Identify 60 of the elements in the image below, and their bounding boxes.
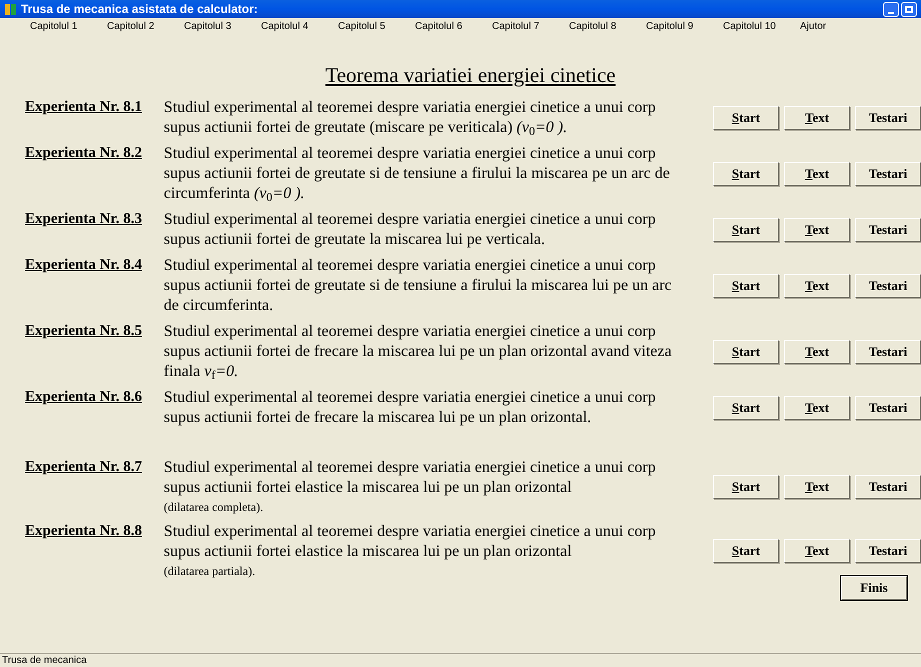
menu-item[interactable]: Capitolul 4 [261, 18, 338, 34]
experiment-label: Experienta Nr. 8.7 [25, 458, 143, 476]
menu-item[interactable]: Capitolul 9 [646, 18, 723, 34]
experiment-description: Studiul experimental al teoremei despre variatia energiei cinetice a unui corp supus actiunii fortei de frecare la miscarea lui pe un plan orizontal. [164, 388, 657, 428]
action-button[interactable]: Start [713, 474, 779, 498]
menu-item[interactable]: Capitolul 2 [107, 18, 184, 34]
action-button[interactable]: Text [784, 538, 850, 562]
action-button[interactable]: Text [784, 274, 850, 298]
experiment-label: Experienta Nr. 8.8 [25, 522, 143, 540]
action-button[interactable]: Start [713, 162, 779, 186]
action-button[interactable]: Testari [855, 274, 921, 298]
status-bar: Trusa de mecanica [0, 653, 921, 667]
menu-item[interactable]: Capitolul 10 [723, 18, 800, 34]
experiment-description: Studiul experimental al teoremei despre variatia energiei cinetice a unui corp supus actiunii fortei de greutate si de tensiune a firului la miscarea lui pe un arc de circumferinta. [164, 256, 673, 316]
action-button[interactable]: Start [713, 218, 779, 242]
action-button[interactable]: Start [713, 106, 779, 130]
experiment-label: Experienta Nr. 8.1 [25, 98, 143, 116]
action-button[interactable]: Text [784, 106, 850, 130]
experiment-label: Experienta Nr. 8.6 [25, 388, 143, 406]
menu-item[interactable]: Capitolul 3 [184, 18, 261, 34]
menu-item[interactable]: Capitolul 6 [415, 18, 492, 34]
page-heading: Teorema variatiei energiei cinetice [325, 62, 616, 89]
finish-button[interactable]: Finis [841, 576, 907, 600]
menu-item[interactable]: Capitolul 5 [338, 18, 415, 34]
action-button[interactable]: Testari [855, 106, 921, 130]
action-button[interactable]: Text [784, 162, 850, 186]
action-button[interactable]: Testari [855, 162, 921, 186]
experiment-description: Studiul experimental al teoremei despre variatia energiei cinetice a unui corp supus actiunii fortei de frecare la miscarea lui pe un plan orizontal avand viteza finala v$_{f}$=0. [164, 322, 673, 382]
window-title: Trusa de mecanica asistata de calculator: [21, 1, 258, 18]
app-icon [4, 2, 17, 16]
action-button[interactable]: Testari [855, 474, 921, 498]
menu-item[interactable]: Capitolul 8 [569, 18, 646, 34]
action-button[interactable]: Text [784, 474, 850, 498]
action-button[interactable]: Text [784, 218, 850, 242]
action-button[interactable]: Start [713, 538, 779, 562]
action-button[interactable]: Text [784, 396, 850, 420]
experiment-label: Experienta Nr. 8.2 [25, 144, 143, 162]
action-button[interactable]: Start [713, 340, 779, 364]
minimize-button[interactable] [883, 2, 899, 16]
menu-item[interactable]: Capitolul 7 [492, 18, 569, 34]
experiment-description: Studiul experimental al teoremei despre variatia energiei cinetice a unui corp supus actiunii fortei elastice la miscarea lui pe un plan orizontal [164, 458, 657, 498]
experiment-label: Experienta Nr. 8.5 [25, 322, 143, 340]
experiment-description: Studiul experimental al teoremei despre variatia energiei cinetice a unui corp supus actiunii fortei de greutate (miscare pe veriticala) (v$_{0}$=0 ). [164, 98, 657, 138]
experiment-label: Experienta Nr. 8.4 [25, 256, 143, 274]
experiment-description: Studiul experimental al teoremei despre variatia energiei cinetice a unui corp supus actiunii fortei de greutate la miscarea lui pe verticala. [164, 210, 657, 250]
experiment-note: (dilatarea partiala). [164, 562, 256, 580]
experiment-note: (dilatarea completa). [164, 498, 264, 516]
action-button[interactable]: Testari [855, 396, 921, 420]
action-button[interactable]: Start [713, 274, 779, 298]
action-button[interactable]: Text [784, 340, 850, 364]
menu-item[interactable]: Capitolul 1 [30, 18, 107, 34]
action-button[interactable]: Testari [855, 538, 921, 562]
experiment-label: Experienta Nr. 8.3 [25, 210, 143, 228]
action-button[interactable]: Start [713, 396, 779, 420]
menu-item[interactable]: Ajutor [800, 18, 826, 34]
action-button[interactable]: Testari [855, 218, 921, 242]
experiment-description: Studiul experimental al teoremei despre variatia energiei cinetice a unui corp supus actiunii fortei elastice la miscarea lui pe un plan orizontal [164, 522, 657, 562]
action-button[interactable]: Testari [855, 340, 921, 364]
restore-button[interactable] [901, 2, 917, 16]
experiment-description: Studiul experimental al teoremei despre variatia energiei cinetice a unui corp supus actiunii fortei de greutate si de tensiune a firului la miscarea pe un arc de circumferinta (v$_{0}$=0 ). [164, 144, 671, 204]
